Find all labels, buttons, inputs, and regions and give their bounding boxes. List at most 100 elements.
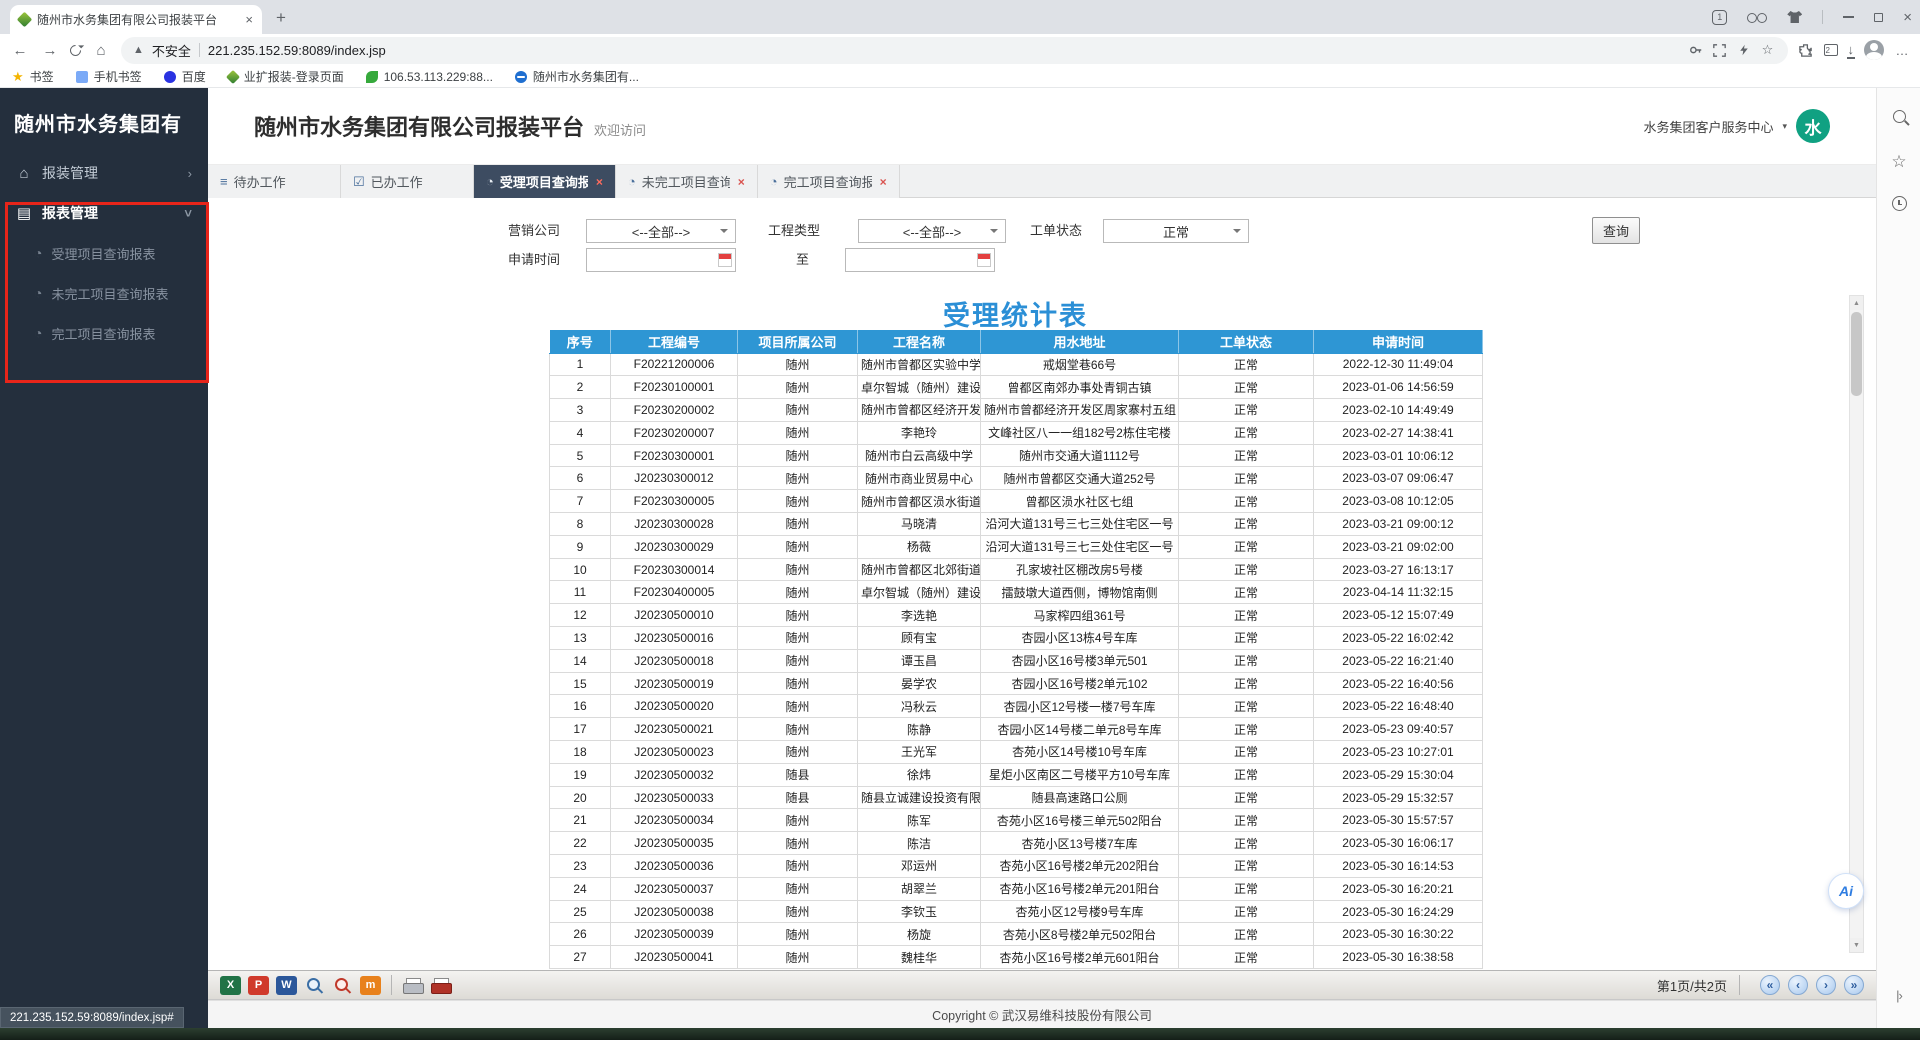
query-button[interactable]: 查询: [1592, 217, 1640, 244]
calendar-icon[interactable]: [718, 253, 732, 267]
sidebar-subitem[interactable]: ◔未完工项目查询报表: [0, 273, 208, 313]
history-clock-icon[interactable]: [1877, 196, 1920, 211]
filter-label: 申请时间: [508, 248, 560, 272]
scroll-thumb[interactable]: [1851, 312, 1862, 396]
tab-counter-icon[interactable]: 1: [1712, 10, 1727, 25]
close-tab-icon[interactable]: ×: [880, 175, 887, 189]
extensions-puzzle-icon[interactable]: [1798, 42, 1814, 58]
baidu-icon: [164, 71, 176, 83]
first-page-button[interactable]: «: [1760, 975, 1780, 995]
cell: F20230300014: [611, 558, 738, 581]
cell: 2023-03-07 09:06:47: [1314, 467, 1483, 490]
print-pdf-icon[interactable]: [430, 976, 451, 995]
export-excel-icon[interactable]: X: [220, 976, 241, 995]
browser-tab[interactable]: 随州市水务集团有限公司报装平台 ×: [10, 5, 262, 34]
back-button[interactable]: ←: [10, 42, 30, 59]
tab-done[interactable]: ☑已办工作: [341, 165, 474, 198]
sidebar-item-baozhuang[interactable]: ⌂ 报装管理 ›: [0, 153, 208, 193]
prev-page-button[interactable]: ‹: [1788, 975, 1808, 995]
last-page-button[interactable]: »: [1844, 975, 1864, 995]
bookmark-item[interactable]: ★书签: [12, 68, 54, 85]
profile-avatar[interactable]: [1864, 40, 1884, 60]
export-word-icon[interactable]: W: [276, 976, 297, 995]
tab-unfinished-report[interactable]: ◔未完工项目查询报表×: [616, 165, 758, 198]
calendar-icon[interactable]: [977, 253, 991, 267]
reload-button[interactable]: [68, 42, 84, 58]
order-status-select[interactable]: 正常: [1103, 219, 1249, 243]
tab-accepted-report[interactable]: ◔受理项目查询报表×: [474, 165, 616, 198]
search-icon[interactable]: [1877, 110, 1920, 123]
print-icon[interactable]: [402, 976, 423, 995]
window-controls: 1 ×: [1712, 0, 1912, 34]
sidebar-subitem-label: 受理项目查询报表: [51, 244, 155, 263]
bookmark-item[interactable]: 随州市水务集团有...: [515, 68, 639, 85]
ai-assistant-button[interactable]: Ai: [1828, 873, 1864, 909]
bookmark-star-icon[interactable]: ☆: [1760, 42, 1776, 58]
apply-date-end-input[interactable]: [845, 248, 995, 272]
cell: 随州市曾都区实验中学: [858, 353, 981, 376]
bookmark-item[interactable]: 百度: [164, 68, 206, 85]
address-bar[interactable]: ▲ 不安全 221.235.152.59:8089/index.jsp ☆: [121, 37, 1788, 64]
tab-todo[interactable]: ≡待办工作: [208, 165, 341, 198]
cell: 随州市商业贸易中心: [858, 467, 981, 490]
taskbar-edge: [0, 1028, 1920, 1040]
marketing-company-select[interactable]: <--全部-->: [586, 219, 736, 243]
apply-date-start-input[interactable]: [586, 248, 736, 272]
cell: 2023-05-30 16:20:21: [1314, 877, 1483, 900]
password-key-icon[interactable]: [1688, 42, 1704, 58]
cell: J20230500023: [611, 741, 738, 764]
close-tab-icon[interactable]: ×: [596, 175, 603, 189]
maximize-button[interactable]: [1874, 13, 1883, 22]
cell: J20230500019: [611, 672, 738, 695]
lightning-icon[interactable]: [1736, 42, 1752, 58]
scroll-down-icon[interactable]: ▼: [1850, 938, 1863, 952]
cell: F20230100001: [611, 376, 738, 399]
bookmark-item[interactable]: 手机书签: [76, 68, 142, 85]
cell: 杏苑小区14号楼10号车库: [981, 741, 1179, 764]
scroll-up-icon[interactable]: ▲: [1850, 296, 1863, 310]
screenshot-icon[interactable]: [1712, 42, 1728, 58]
next-page-button[interactable]: ›: [1816, 975, 1836, 995]
close-tab-icon[interactable]: ×: [245, 12, 253, 27]
favorites-star-icon[interactable]: ☆: [1877, 152, 1920, 172]
cell: 正常: [1179, 695, 1314, 718]
bookmark-label: 随州市水务集团有...: [533, 68, 639, 85]
split-screen-icon[interactable]: 2: [1824, 44, 1838, 56]
sidebar-item-baobiao[interactable]: ▤ 报表管理 ˅: [0, 193, 208, 233]
print-buttons: [402, 976, 451, 995]
select-value: <--全部-->: [903, 222, 962, 241]
download-icon[interactable]: ↓: [1848, 43, 1855, 58]
close-tab-icon[interactable]: ×: [738, 175, 745, 189]
tab-finished-report[interactable]: ◔完工项目查询报表×: [758, 165, 900, 198]
close-window-button[interactable]: ×: [1903, 10, 1912, 25]
bookmark-item[interactable]: 106.53.113.229:88...: [366, 70, 493, 84]
avatar[interactable]: 水: [1796, 109, 1830, 143]
sidebar-subitem[interactable]: ◔受理项目查询报表: [0, 233, 208, 273]
cell: J20230500020: [611, 695, 738, 718]
collapse-panel-icon[interactable]: |›: [1877, 988, 1920, 1003]
table-row: 3F20230200002随州随州市曾都区经济开发随州市曾都经济开发区周家寨村五…: [550, 399, 1483, 422]
cell: 正常: [1179, 786, 1314, 809]
table-row: 15J20230500019随州晏学农杏园小区16号楼2单元102正常2023-…: [550, 672, 1483, 695]
more-menu-icon[interactable]: …: [1894, 42, 1910, 58]
cell: 正常: [1179, 649, 1314, 672]
minimize-button[interactable]: [1843, 16, 1854, 18]
new-tab-button[interactable]: +: [268, 5, 294, 31]
vertical-scrollbar[interactable]: ▲ ▼: [1849, 295, 1864, 953]
export-mht-icon[interactable]: m: [360, 976, 381, 995]
zoom-preview-pdf-icon[interactable]: [332, 976, 353, 995]
cell: 顾有宝: [858, 627, 981, 650]
user-menu[interactable]: 水务集团客户服务中心 ▾ 水: [1643, 109, 1830, 143]
export-pdf-icon[interactable]: P: [248, 976, 269, 995]
bookmark-item[interactable]: 业扩报装-登录页面: [228, 68, 344, 85]
list-icon: ≡: [220, 174, 228, 189]
cell: 随县: [738, 763, 858, 786]
zoom-preview-icon[interactable]: [304, 976, 325, 995]
theme-shirt-icon[interactable]: [1787, 11, 1802, 23]
project-type-select[interactable]: <--全部-->: [858, 219, 1006, 243]
sidebar-subitem[interactable]: ◔完工项目查询报表: [0, 313, 208, 353]
reading-glasses-icon[interactable]: [1747, 13, 1767, 22]
home-button[interactable]: ⌂: [91, 42, 111, 59]
forward-button[interactable]: →: [40, 42, 60, 59]
filter-label: 工单状态: [1030, 219, 1082, 243]
